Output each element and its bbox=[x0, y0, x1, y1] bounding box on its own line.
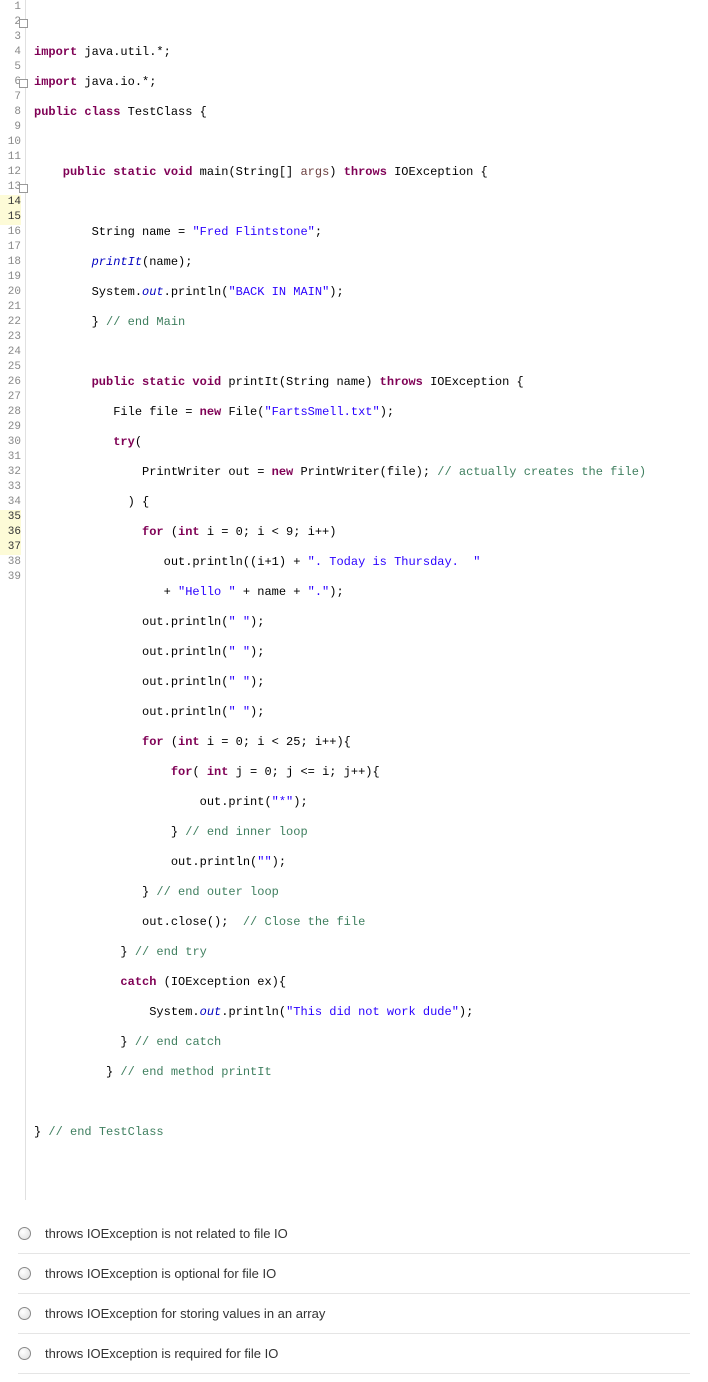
code-line: public class TestClass { bbox=[34, 105, 708, 120]
line-number: 26 bbox=[0, 375, 21, 390]
code-line: out.println(" "); bbox=[34, 675, 708, 690]
code-line: out.println(" "); bbox=[34, 645, 708, 660]
line-number: 25 bbox=[0, 360, 21, 375]
line-number: 15 bbox=[0, 210, 21, 225]
radio-icon[interactable] bbox=[18, 1347, 31, 1360]
line-number: 10 bbox=[0, 135, 21, 150]
code-line: out.println((i+1) + ". Today is Thursday… bbox=[34, 555, 708, 570]
line-number: 34 bbox=[0, 495, 21, 510]
line-number: 20 bbox=[0, 285, 21, 300]
line-number: 27 bbox=[0, 390, 21, 405]
line-number: 37 bbox=[0, 540, 21, 555]
line-number: 13 bbox=[0, 180, 21, 195]
line-number: 4 bbox=[0, 45, 21, 60]
code-line: public static void printIt(String name) … bbox=[34, 375, 708, 390]
code-line bbox=[34, 195, 708, 210]
line-number: 5 bbox=[0, 60, 21, 75]
line-number: 36 bbox=[0, 525, 21, 540]
line-number: 6 bbox=[0, 75, 21, 90]
answer-options: throws IOException is not related to fil… bbox=[0, 1200, 708, 1382]
line-number: 32 bbox=[0, 465, 21, 480]
code-line: for (int i = 0; i < 25; i++){ bbox=[34, 735, 708, 750]
code-editor: 1 2 3 4 5 6 7 8 9 10 11 12 13 14 15 16 1… bbox=[0, 0, 708, 1200]
line-number: 9 bbox=[0, 120, 21, 135]
radio-icon[interactable] bbox=[18, 1227, 31, 1240]
code-line: for( int j = 0; j <= i; j++){ bbox=[34, 765, 708, 780]
code-line: System.out.println("This did not work du… bbox=[34, 1005, 708, 1020]
line-number: 23 bbox=[0, 330, 21, 345]
code-line: import java.util.*; bbox=[34, 45, 708, 60]
code-line: } // end outer loop bbox=[34, 885, 708, 900]
code-line: ) { bbox=[34, 495, 708, 510]
code-line: } // end Main bbox=[34, 315, 708, 330]
code-line: out.print("*"); bbox=[34, 795, 708, 810]
line-number: 16 bbox=[0, 225, 21, 240]
line-number: 31 bbox=[0, 450, 21, 465]
option-row[interactable]: throws IOException is optional for file … bbox=[18, 1254, 690, 1294]
code-line: } // end catch bbox=[34, 1035, 708, 1050]
line-number: 38 bbox=[0, 555, 21, 570]
line-number: 22 bbox=[0, 315, 21, 330]
line-number: 17 bbox=[0, 240, 21, 255]
code-line: } // end TestClass bbox=[34, 1125, 708, 1140]
option-label: throws IOException for storing values in… bbox=[45, 1306, 325, 1321]
option-row[interactable]: throws IOException is required for file … bbox=[18, 1334, 690, 1374]
line-number: 12 bbox=[0, 165, 21, 180]
code-line bbox=[34, 1095, 708, 1110]
line-number: 8 bbox=[0, 105, 21, 120]
line-number: 21 bbox=[0, 300, 21, 315]
code-line: out.println(" "); bbox=[34, 705, 708, 720]
code-line bbox=[34, 345, 708, 360]
option-label: throws IOException is not related to fil… bbox=[45, 1226, 288, 1241]
line-number-gutter: 1 2 3 4 5 6 7 8 9 10 11 12 13 14 15 16 1… bbox=[0, 0, 26, 1200]
code-line bbox=[34, 1155, 708, 1170]
radio-icon[interactable] bbox=[18, 1267, 31, 1280]
line-number: 33 bbox=[0, 480, 21, 495]
code-line: String name = "Fred Flintstone"; bbox=[34, 225, 708, 240]
code-line: out.println(""); bbox=[34, 855, 708, 870]
line-number: 11 bbox=[0, 150, 21, 165]
code-line: + "Hello " + name + "."); bbox=[34, 585, 708, 600]
line-number: 29 bbox=[0, 420, 21, 435]
code-line: try( bbox=[34, 435, 708, 450]
code-line: } // end method printIt bbox=[34, 1065, 708, 1080]
line-number: 14 bbox=[0, 195, 21, 210]
option-row[interactable]: throws IOException for storing values in… bbox=[18, 1294, 690, 1334]
line-number: 28 bbox=[0, 405, 21, 420]
line-number: 2 bbox=[0, 15, 21, 30]
line-number: 18 bbox=[0, 255, 21, 270]
line-number: 30 bbox=[0, 435, 21, 450]
code-line: } // end try bbox=[34, 945, 708, 960]
code-line: for (int i = 0; i < 9; i++) bbox=[34, 525, 708, 540]
line-number: 1 bbox=[0, 0, 21, 15]
line-number: 24 bbox=[0, 345, 21, 360]
option-label: throws IOException is required for file … bbox=[45, 1346, 278, 1361]
radio-icon[interactable] bbox=[18, 1307, 31, 1320]
line-number: 35 bbox=[0, 510, 21, 525]
code-line: } // end inner loop bbox=[34, 825, 708, 840]
code-line bbox=[34, 15, 708, 30]
code-line: import java.io.*; bbox=[34, 75, 708, 90]
line-number: 39 bbox=[0, 570, 21, 585]
code-line: out.close(); // Close the file bbox=[34, 915, 708, 930]
code-line: System.out.println("BACK IN MAIN"); bbox=[34, 285, 708, 300]
line-number: 19 bbox=[0, 270, 21, 285]
line-number: 7 bbox=[0, 90, 21, 105]
code-line: printIt(name); bbox=[34, 255, 708, 270]
code-line: out.println(" "); bbox=[34, 615, 708, 630]
option-label: throws IOException is optional for file … bbox=[45, 1266, 276, 1281]
code-line: catch (IOException ex){ bbox=[34, 975, 708, 990]
code-line bbox=[34, 135, 708, 150]
code-line: PrintWriter out = new PrintWriter(file);… bbox=[34, 465, 708, 480]
code-area[interactable]: import java.util.*; import java.io.*; pu… bbox=[26, 0, 708, 1200]
code-line: public static void main(String[] args) t… bbox=[34, 165, 708, 180]
line-number: 3 bbox=[0, 30, 21, 45]
option-row[interactable]: throws IOException is not related to fil… bbox=[18, 1214, 690, 1254]
code-line: File file = new File("FartsSmell.txt"); bbox=[34, 405, 708, 420]
